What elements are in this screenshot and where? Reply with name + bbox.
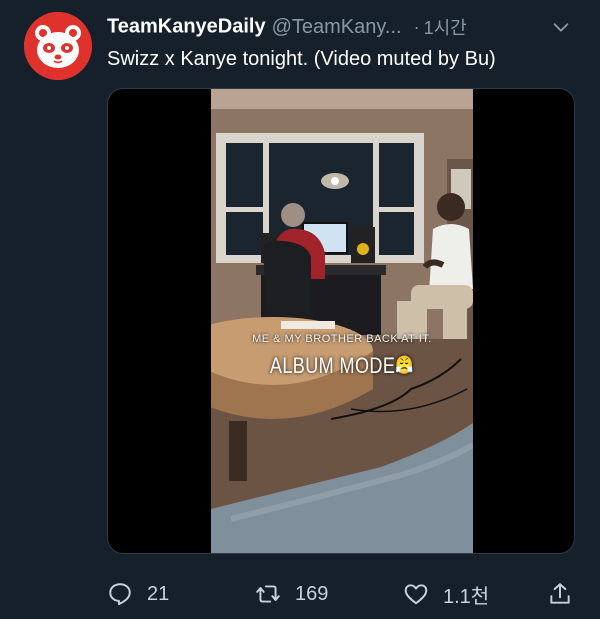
share-button[interactable] xyxy=(547,578,573,610)
tweet-header: TeamKanyeDaily @TeamKany... · 1시간 xyxy=(107,14,580,42)
video-caption-main-text: ALBUM MODE xyxy=(269,353,396,378)
chevron-down-icon[interactable] xyxy=(550,16,572,38)
steam-face-emoji: 😤 xyxy=(395,355,415,375)
heart-icon xyxy=(404,584,428,605)
timestamp[interactable]: 1시간 xyxy=(424,18,467,38)
tweet-text: Swizz x Kanye tonight. (Video muted by B… xyxy=(107,48,496,70)
tweet-actions: 21 169 1.1천 xyxy=(107,578,577,610)
tweet[interactable]: TeamKanyeDaily @TeamKany... · 1시간 Swizz x K… xyxy=(0,0,600,619)
reply-button[interactable]: 21 xyxy=(107,578,169,610)
video-player[interactable]: ME & MY BROTHER BACK AT IT. ALBUM MODE😤 xyxy=(107,88,575,554)
video-frame[interactable]: ME & MY BROTHER BACK AT IT. ALBUM MODE😤 xyxy=(211,89,473,553)
video-caption-top: ME & MY BROTHER BACK AT IT. xyxy=(252,333,432,345)
retweet-icon xyxy=(256,585,280,603)
user-handle[interactable]: @TeamKany... xyxy=(272,16,402,38)
display-name[interactable]: TeamKanyeDaily xyxy=(107,16,266,38)
separator-dot: · xyxy=(413,16,420,37)
like-button[interactable]: 1.1천 xyxy=(403,578,489,610)
panda-avatar-icon xyxy=(24,12,92,80)
avatar[interactable] xyxy=(24,12,92,80)
reply-count: 21 xyxy=(147,582,170,605)
video-scene-image xyxy=(211,89,473,553)
like-count: 1.1천 xyxy=(443,585,490,608)
reply-icon xyxy=(109,583,131,606)
share-icon xyxy=(550,583,570,604)
retweet-count: 169 xyxy=(295,582,329,605)
retweet-button[interactable]: 169 xyxy=(255,578,328,610)
video-caption-main: ALBUM MODE😤 xyxy=(235,353,450,379)
